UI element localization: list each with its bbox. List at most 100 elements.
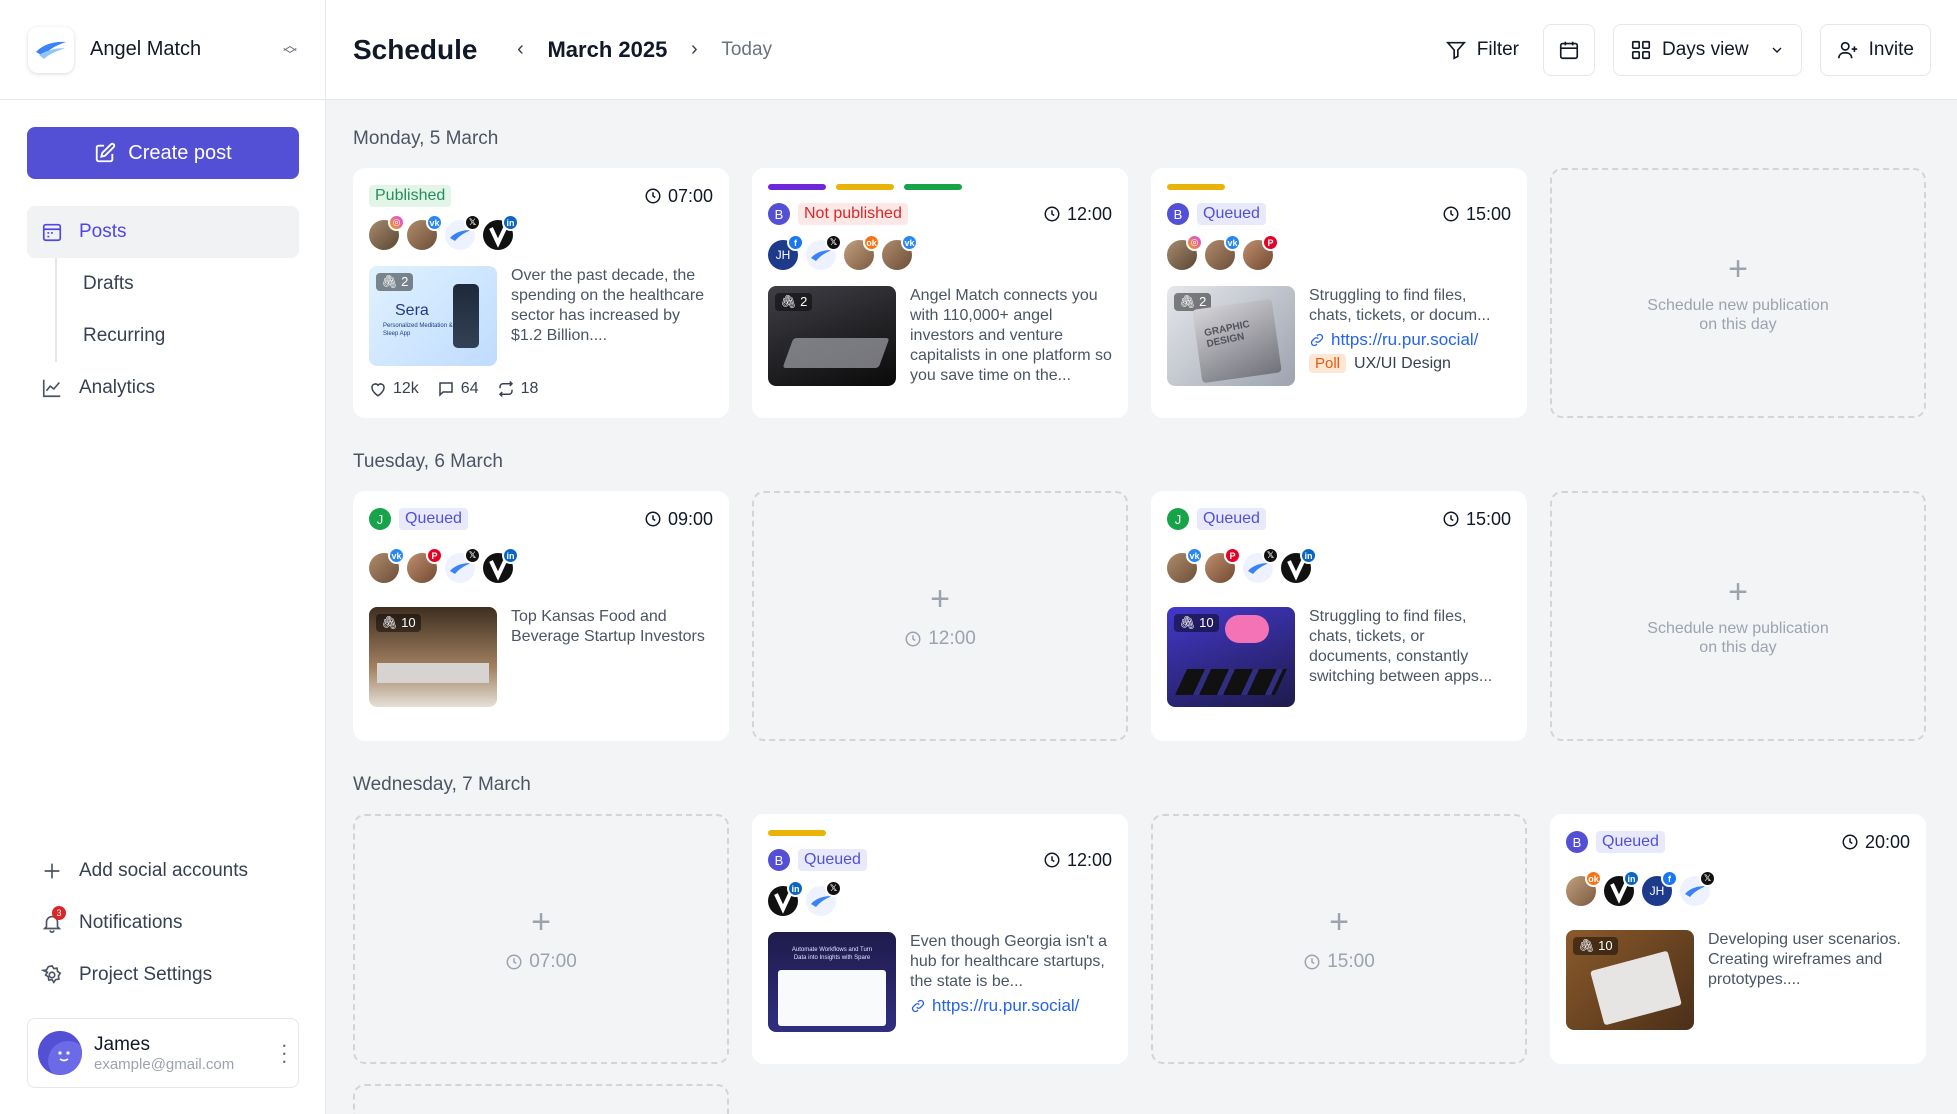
user-email: example@gmail.com	[94, 1055, 235, 1073]
avatar: ◎	[369, 214, 405, 250]
post-link[interactable]: https://ru.pur.social/	[910, 996, 1112, 1016]
post-card[interactable]: J Queued 09:00 vk P 𝕏 in 🖇 10 Top Kansas…	[353, 491, 729, 741]
post-thumbnail: 🖇 2 GRAPHIC DESIGN	[1167, 286, 1295, 386]
comment-icon	[439, 382, 453, 397]
thumb-text: Automate Workflows and Turn Data into In…	[791, 947, 873, 961]
user-profile[interactable]: James example@gmail.com · · ·	[27, 1018, 299, 1088]
project-settings-button[interactable]: Project Settings	[27, 949, 299, 1001]
reposts-count: 18	[520, 380, 539, 397]
author-letter: J	[369, 508, 391, 530]
invite-button[interactable]: Invite	[1819, 23, 1931, 76]
post-card[interactable]: B Queued 15:00 ◎ vk P 🖇 2 GRAPHIC DESIGN…	[1151, 168, 1527, 418]
slot-time-value: 07:00	[529, 951, 577, 972]
schedule-slot-empty[interactable]: + 12:00	[752, 491, 1128, 741]
author-letter: B	[1566, 831, 1588, 853]
more-vertical-icon[interactable]: · · ·	[281, 1034, 288, 1072]
invite-label: Invite	[1868, 38, 1914, 60]
grid-icon	[1631, 40, 1651, 59]
linkedin-icon: in	[787, 880, 804, 897]
post-link-text: https://ru.pur.social/	[932, 996, 1080, 1015]
add-social-accounts-button[interactable]: Add social accounts	[27, 845, 299, 897]
workspace-switcher[interactable]: Angel Match ︿ ﹀	[0, 0, 325, 100]
calendar-picker-button[interactable]	[1543, 23, 1595, 76]
post-time-value: 20:00	[1864, 831, 1910, 852]
notebook-shape	[1590, 950, 1682, 1026]
clock-icon	[905, 631, 921, 647]
sidebar-item-posts[interactable]: Posts	[27, 206, 299, 258]
account-avatars: ◎ vk P	[1167, 234, 1511, 272]
avatar: 𝕏	[445, 547, 481, 583]
sidebar-item-analytics[interactable]: Analytics	[27, 362, 299, 414]
user-plus-icon	[1837, 41, 1857, 58]
post-stats: 12k 64 18	[369, 380, 713, 398]
gear-icon	[41, 964, 62, 984]
poll-badge: Poll	[1309, 354, 1347, 373]
schedule-slot-empty[interactable]: + 15:00	[1151, 814, 1527, 1064]
keyboard-shape	[782, 338, 890, 368]
avatar: in	[1604, 870, 1640, 906]
status-badge: Queued	[1197, 508, 1266, 530]
pinterest-icon: P	[1224, 547, 1241, 564]
post-time-value: 12:00	[1066, 849, 1112, 870]
attachment-count: 🖇 10	[1174, 614, 1219, 632]
schedule-slot-empty[interactable]	[353, 1084, 729, 1114]
schedule-slot-empty[interactable]: + Schedule new publication on this day	[1550, 168, 1926, 418]
bottom-nav: Add social accounts 3 Notifications Proj…	[27, 845, 299, 1001]
x-icon: 𝕏	[1699, 870, 1716, 887]
post-card[interactable]: J Queued 15:00 vk P 𝕏 in 🖇 10 Struggling…	[1151, 491, 1527, 741]
post-time-value: 07:00	[667, 185, 713, 206]
x-icon: 𝕏	[825, 880, 842, 897]
avatar	[38, 1031, 82, 1075]
status-badge: Queued	[798, 849, 867, 871]
clock-icon	[1842, 834, 1858, 850]
main-nav: Posts Drafts Recurring Analytics	[27, 206, 299, 414]
counter-shape	[377, 663, 489, 683]
bell-icon: 3	[41, 906, 66, 934]
heart-icon	[371, 383, 385, 397]
sidebar-item-label: Add social accounts	[79, 860, 248, 881]
label-bars	[768, 830, 1112, 836]
vk-icon: vk	[1186, 547, 1203, 564]
filter-button[interactable]: Filter	[1439, 39, 1525, 61]
post-card[interactable]: B Queued 12:00 in 𝕏 Automate Workflows a…	[752, 814, 1128, 1064]
plus-icon: +	[1728, 573, 1748, 611]
create-post-button[interactable]: Create post	[27, 127, 299, 179]
chevron-updown-icon: ︿ ﹀	[283, 36, 297, 63]
day-label: Wednesday, 7 March	[353, 774, 531, 795]
post-text: Over the past decade, the spending on th…	[511, 267, 705, 344]
post-card[interactable]: B Queued 20:00 ok in JH f 𝕏 🖇 10 Developi…	[1550, 814, 1926, 1064]
avatar-initials: JH	[1649, 884, 1665, 898]
label-bars	[768, 184, 1112, 190]
status-badge: Not published	[798, 203, 908, 225]
avatar: JH f	[1642, 870, 1678, 906]
sidebar-item-label: Posts	[79, 221, 127, 242]
sidebar-item-drafts[interactable]: Drafts	[57, 258, 299, 310]
poll-text: UX/UI Design	[1354, 354, 1451, 372]
avatar: JH f	[768, 234, 804, 270]
avatar: ok	[1566, 870, 1602, 906]
attachment-count: 🖇 2	[775, 293, 813, 311]
post-link[interactable]: https://ru.pur.social/	[1309, 330, 1511, 350]
post-thumbnail: Automate Workflows and Turn Data into In…	[768, 932, 896, 1032]
phone-mockup	[453, 284, 479, 348]
pinterest-icon: P	[1262, 234, 1279, 251]
create-post-label: Create post	[128, 141, 232, 164]
schedule-slot-empty[interactable]: + Schedule new publication on this day	[1550, 491, 1926, 741]
post-time: 20:00	[1841, 832, 1910, 853]
view-select[interactable]: Days view	[1613, 23, 1802, 76]
chart-line-icon	[42, 379, 61, 398]
post-card[interactable]: Published 07:00 ◎ vk 𝕏 in 🖇 2 Sera Perso…	[353, 168, 729, 418]
notifications-button[interactable]: 3 Notifications	[27, 897, 299, 949]
today-button[interactable]: Today	[721, 39, 772, 61]
posts-subnav: Drafts Recurring	[55, 258, 299, 362]
schedule-slot-empty[interactable]: + 07:00	[353, 814, 729, 1064]
chevron-right-icon[interactable]: ›	[679, 38, 709, 61]
avatar: ◎	[1167, 234, 1203, 270]
clock-icon	[1044, 852, 1060, 868]
post-card[interactable]: B Not published 12:00 JH f 𝕏 ok vk 🖇 2 An…	[752, 168, 1128, 418]
chevron-left-icon[interactable]: ‹	[505, 38, 535, 61]
facebook-icon: f	[787, 234, 804, 251]
page-header: Schedule ‹ March 2025 › Today Filter Day…	[326, 0, 1957, 100]
sidebar-item-recurring[interactable]: Recurring	[57, 310, 299, 362]
slot-time: 12:00	[904, 628, 976, 650]
